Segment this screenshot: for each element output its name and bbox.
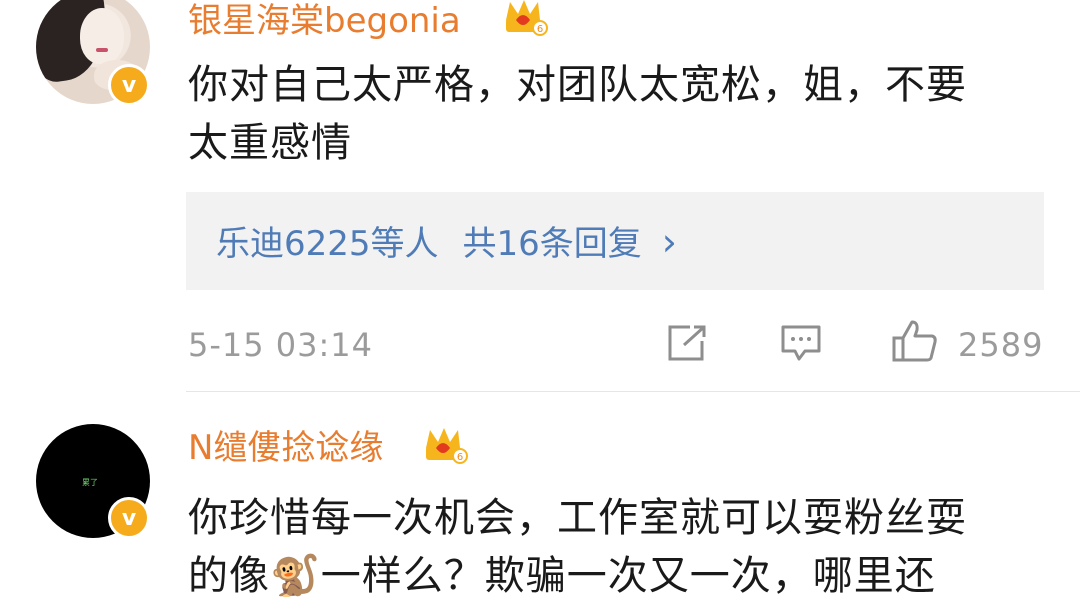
comment-text-line2: 的像🐒一样么？欺骗一次又一次，哪里还 <box>188 553 936 599</box>
like-count: 2589 <box>958 326 1044 364</box>
username[interactable]: 银星海棠begonia <box>188 4 461 38</box>
divider <box>186 391 1080 392</box>
comment-text-line1: 你珍惜每一次机会，工作室就可以耍粉丝耍 <box>188 495 967 541</box>
crown-level: 6 <box>537 24 543 35</box>
crown-badge-icon: 6 <box>506 0 548 36</box>
avatar-lip <box>96 48 108 52</box>
reply-summary[interactable]: 乐迪6225等人 共16条回复 › <box>186 192 1044 290</box>
verified-badge-icon: v <box>108 64 150 106</box>
username[interactable]: N缱僂捻谂缘 <box>188 431 383 465</box>
crown-badge-icon: 6 <box>426 428 468 464</box>
reply-users[interactable]: 乐迪6225等人 <box>216 224 439 264</box>
comment-text: 你对自己太严格，对团队太宽松，姐，不要 太重感情 <box>188 56 1048 172</box>
avatar-face <box>80 8 124 64</box>
comment-text-line2: 太重感情 <box>188 120 352 166</box>
comment-text-line1: 你对自己太严格，对团队太宽松，姐，不要 <box>188 62 967 108</box>
reply-count[interactable]: 共16条回复 <box>463 224 642 264</box>
avatar-text: 累了 <box>82 478 98 487</box>
crown-level: 6 <box>457 452 463 463</box>
share-icon[interactable] <box>666 323 710 363</box>
chevron-right-icon: › <box>661 220 677 264</box>
comment-icon[interactable] <box>779 323 823 363</box>
comment-text: 你珍惜每一次机会，工作室就可以耍粉丝耍 的像🐒一样么？欺骗一次又一次，哪里还 <box>188 489 1048 605</box>
thumbs-up-icon[interactable] <box>890 318 940 364</box>
verified-badge-icon: v <box>108 497 150 539</box>
comment-time: 5-15 03:14 <box>188 326 374 364</box>
